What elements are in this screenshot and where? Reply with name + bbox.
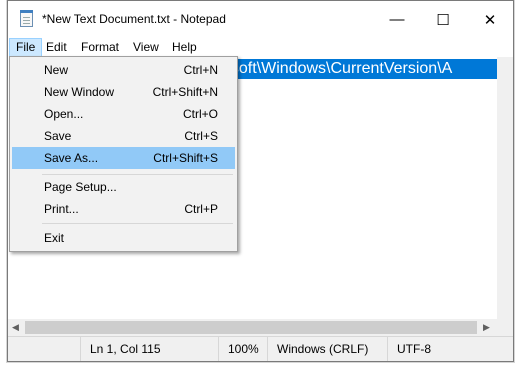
- menu-separator: [42, 223, 233, 224]
- file-menu-save[interactable]: Save Ctrl+S: [12, 125, 235, 147]
- status-line-ending: Windows (CRLF): [267, 337, 387, 361]
- minimize-button[interactable]: —: [374, 1, 420, 38]
- file-menu-exit[interactable]: Exit: [12, 227, 235, 249]
- file-menu-open[interactable]: Open... Ctrl+O: [12, 103, 235, 125]
- file-menu-save-as[interactable]: Save As... Ctrl+Shift+S: [12, 147, 235, 169]
- status-zoom: 100%: [218, 337, 268, 361]
- file-menu-new-window[interactable]: New Window Ctrl+Shift+N: [12, 81, 235, 103]
- vertical-scrollbar[interactable]: [497, 57, 513, 319]
- menu-view[interactable]: View: [127, 38, 165, 57]
- menu-bar: File Edit Format View Help: [8, 38, 513, 57]
- maximize-button[interactable]: ☐: [420, 1, 466, 38]
- notepad-app-icon: [20, 10, 33, 27]
- scroll-left-arrow-icon[interactable]: ◀: [12, 322, 19, 333]
- scroll-corner: [497, 319, 513, 336]
- status-bar: Ln 1, Col 115 100% Windows (CRLF) UTF-8: [8, 336, 513, 361]
- file-menu-new[interactable]: New Ctrl+N: [12, 59, 235, 81]
- menu-help[interactable]: Help: [166, 38, 203, 57]
- status-encoding: UTF-8: [387, 337, 513, 361]
- menu-format[interactable]: Format: [75, 38, 125, 57]
- horizontal-scroll-thumb[interactable]: [25, 321, 477, 334]
- title-bar[interactable]: *New Text Document.txt - Notepad — ☐ ✕: [8, 1, 513, 38]
- menu-separator: [42, 174, 233, 175]
- file-menu-print[interactable]: Print... Ctrl+P: [12, 198, 235, 220]
- close-button[interactable]: ✕: [467, 1, 513, 38]
- menu-edit[interactable]: Edit: [40, 38, 73, 57]
- window-title: *New Text Document.txt - Notepad: [42, 12, 226, 26]
- status-cursor-position: Ln 1, Col 115: [80, 337, 220, 361]
- selected-text[interactable]: osoft\Windows\CurrentVersion\A: [232, 59, 497, 79]
- scroll-right-arrow-icon[interactable]: ▶: [483, 322, 490, 333]
- file-menu-dropdown: New Ctrl+N New Window Ctrl+Shift+N Open.…: [9, 56, 238, 252]
- horizontal-scrollbar[interactable]: ◀ ▶: [8, 319, 497, 336]
- menu-file[interactable]: File: [9, 38, 43, 57]
- file-menu-page-setup[interactable]: Page Setup...: [12, 176, 235, 198]
